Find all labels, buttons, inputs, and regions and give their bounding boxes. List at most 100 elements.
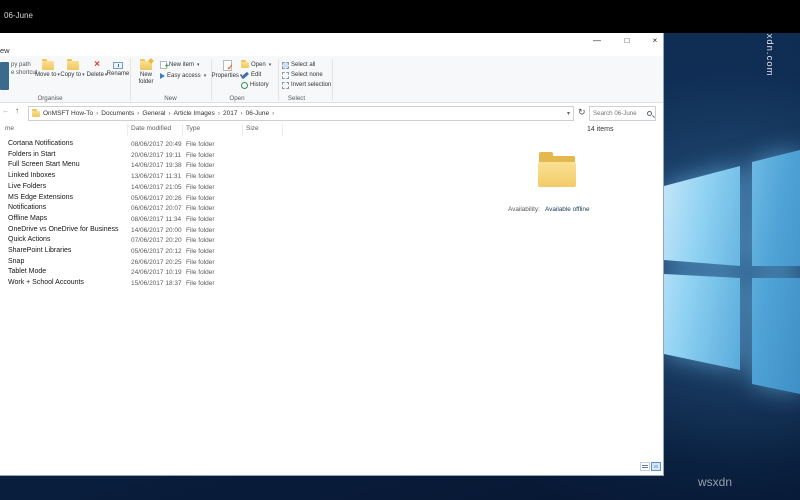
breadcrumb-item[interactable]: Article Images	[174, 110, 215, 117]
chevron-right-icon[interactable]: ›	[137, 110, 139, 117]
file-row[interactable]: Offline Maps 08/06/2017 11:34 File folder	[0, 215, 500, 226]
copy-to-button[interactable]: Copy to▾	[60, 58, 85, 96]
chevron-right-icon[interactable]: ›	[240, 110, 242, 117]
folder-icon	[41, 59, 54, 70]
chevron-right-icon[interactable]: ›	[168, 110, 170, 117]
new-item-button[interactable]: + New item ▾	[160, 60, 200, 70]
chevron-down-icon: ▾	[82, 72, 85, 78]
edit-button[interactable]: Edit	[240, 70, 261, 80]
tab-view-partial[interactable]: ew	[0, 46, 10, 55]
file-row[interactable]: Cortana Notifications 08/06/2017 20:49 Fil…	[0, 140, 500, 151]
edit-icon	[240, 71, 250, 79]
refresh-icon[interactable]: ↻	[578, 107, 586, 118]
column-header-type[interactable]: Type	[186, 125, 200, 132]
address-dropdown-icon[interactable]: ▾	[567, 110, 570, 117]
search-icon	[647, 111, 652, 116]
top-bar: 06-June	[0, 0, 800, 33]
file-row[interactable]: Snap 26/06/2017 20:25 File folder	[0, 258, 500, 269]
breadcrumb-item[interactable]: Documents	[101, 110, 134, 117]
group-label-open: Open	[229, 95, 245, 102]
column-header-date[interactable]: Date modified	[131, 125, 171, 132]
rename-icon	[113, 62, 123, 69]
file-row[interactable]: Folders in Start 20/06/2017 19:11 File fol…	[0, 151, 500, 162]
group-separator	[130, 59, 131, 101]
up-icon[interactable]: ↑	[15, 106, 19, 115]
close-button[interactable]: ×	[644, 34, 663, 47]
breadcrumb-item[interactable]: 06-June	[246, 110, 270, 117]
watermark-bottom: wsxdn	[698, 475, 733, 489]
delete-button[interactable]: × Delete▾	[87, 58, 108, 96]
file-row[interactable]: OneDrive vs OneDrive for Business 14/06/2…	[0, 226, 500, 237]
chevron-right-icon[interactable]: ›	[218, 110, 220, 117]
new-folder-icon	[140, 59, 152, 70]
items-count: 14 items	[587, 126, 614, 133]
paste-shortcut-button[interactable]: e shortcut	[11, 70, 37, 76]
folder-icon	[66, 59, 79, 70]
history-button[interactable]: History	[241, 80, 269, 90]
invert-selection-button[interactable]: Invert selection	[282, 80, 331, 90]
column-separator	[127, 124, 128, 136]
delete-icon: ×	[94, 59, 100, 70]
search-input[interactable]	[590, 107, 646, 120]
plus-icon: +	[164, 63, 169, 70]
details-view-button[interactable]	[640, 462, 650, 471]
group-label-select: Select	[287, 95, 306, 102]
minimize-button[interactable]: —	[586, 34, 608, 47]
breadcrumb-item[interactable]: 2017	[223, 110, 237, 117]
column-header-size[interactable]: Size	[246, 125, 259, 132]
windows-logo	[660, 140, 800, 420]
clipped-icon	[0, 62, 9, 90]
file-row[interactable]: Live Folders 14/06/2017 21:05 File folder	[0, 183, 500, 194]
file-row[interactable]: Work + School Accounts 15/06/2017 18:37 Fi…	[0, 279, 500, 290]
close-icon: ×	[652, 36, 658, 45]
move-to-button[interactable]: Move to▾	[35, 58, 60, 96]
desktop: wsxdn.com wsxdn 06-June — □ × ew py path…	[0, 0, 800, 500]
history-icon	[241, 81, 248, 89]
back-icon[interactable]: ←	[2, 106, 10, 115]
availability-value: Available offline	[545, 206, 590, 213]
chevron-down-icon: ▾	[203, 73, 207, 79]
breadcrumb-item[interactable]: General	[142, 110, 165, 117]
check-icon: ✓	[226, 63, 234, 72]
search-box[interactable]	[589, 106, 656, 121]
open-icon	[241, 60, 249, 68]
column-separator	[182, 124, 183, 136]
file-row[interactable]: Quick Actions 07/06/2017 20:20 File folder	[0, 236, 500, 247]
group-label-organise: Organise	[37, 95, 63, 102]
file-row[interactable]: SharePoint Libraries 05/06/2017 20:12 File…	[0, 247, 500, 258]
availability-label: Availability:	[508, 206, 540, 213]
thumbnails-view-button[interactable]	[651, 462, 661, 471]
folder-preview-icon	[538, 150, 576, 192]
chevron-right-icon[interactable]: ›	[272, 110, 274, 117]
file-row[interactable]: Notifications 06/06/2017 20:07 File folder	[0, 204, 500, 215]
folder-icon	[32, 108, 40, 117]
column-header-name[interactable]: me	[5, 125, 14, 132]
new-folder-button[interactable]: New folder	[133, 58, 159, 96]
select-all-button[interactable]: Select all	[282, 60, 315, 70]
properties-button[interactable]: ✓ Properties▾	[212, 58, 242, 96]
group-separator	[332, 59, 333, 101]
copy-path-button[interactable]: py path	[11, 62, 31, 68]
breadcrumb-item[interactable]: OnMSFT How-To	[43, 110, 93, 117]
chevron-right-icon[interactable]: ›	[96, 110, 98, 117]
rename-button[interactable]: Rename	[107, 58, 129, 96]
select-none-button[interactable]: Select none	[282, 70, 323, 80]
properties-icon: ✓	[222, 60, 234, 72]
group-label-new: New	[164, 95, 177, 102]
chevron-down-icon: ▾	[197, 62, 200, 68]
file-row[interactable]: Tablet Mode 24/06/2017 10:19 File folder	[0, 268, 500, 279]
explorer-window: — □ × ew py path e shortcut Move to▾ Cop…	[0, 33, 664, 476]
maximize-icon: □	[624, 36, 630, 45]
file-row[interactable]: MS Edge Extensions 05/06/2017 20:26 File f…	[0, 194, 500, 205]
file-row[interactable]: Full Screen Start Menu 14/06/2017 19:38 Fi…	[0, 161, 500, 172]
easy-access-button[interactable]: Easy access ▾	[160, 71, 206, 81]
minimize-icon: —	[593, 36, 601, 45]
new-item-icon: +	[160, 61, 169, 70]
topbar-title: 06-June	[4, 11, 33, 20]
select-all-icon	[282, 61, 289, 69]
file-row[interactable]: Linked Inboxes 13/06/2017 11:31 File folde…	[0, 172, 500, 183]
open-button[interactable]: Open ▾	[241, 60, 271, 70]
address-bar[interactable]: OnMSFT How-To › Documents › General › Ar…	[28, 106, 574, 121]
invert-selection-icon	[282, 81, 289, 89]
maximize-button[interactable]: □	[616, 34, 638, 47]
